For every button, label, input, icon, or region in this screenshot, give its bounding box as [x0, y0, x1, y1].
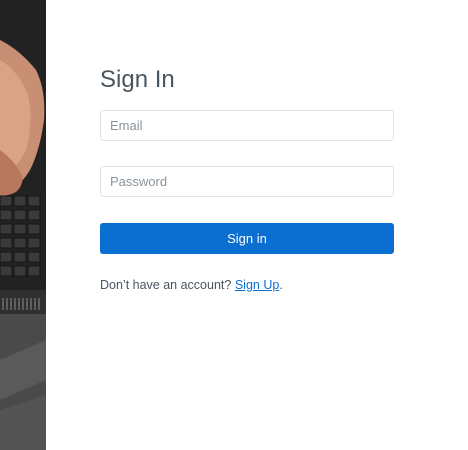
page-title: Sign In: [100, 66, 175, 93]
signup-prompt-text: Don’t have an account?: [100, 278, 232, 292]
signup-prompt: Don’t have an account? Sign Up.: [100, 278, 394, 292]
password-field[interactable]: [100, 166, 394, 197]
laptop-keyboard-image: [0, 0, 46, 450]
signup-link[interactable]: Sign Up: [235, 278, 279, 292]
signup-prompt-suffix: .: [279, 278, 283, 292]
signin-button[interactable]: Sign in: [100, 223, 394, 254]
signin-form: Sign In Sign in Don’t have an account? S…: [100, 64, 394, 292]
email-field[interactable]: [100, 110, 394, 141]
background-photo: [0, 0, 46, 450]
